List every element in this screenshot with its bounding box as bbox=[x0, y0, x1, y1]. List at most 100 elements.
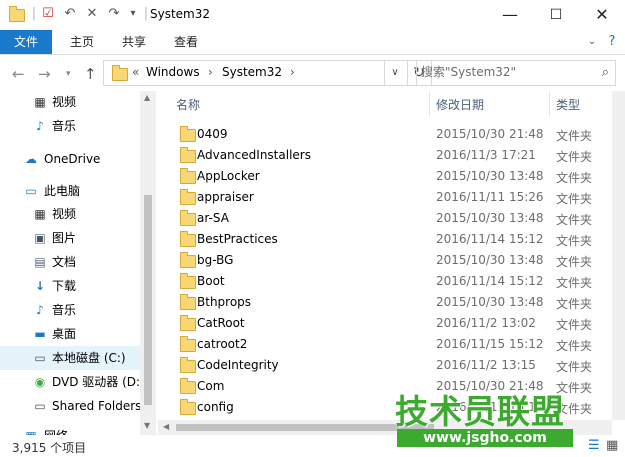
file-date-modified: 2016/11/14 15:12 bbox=[436, 274, 544, 288]
table-row[interactable]: 0409 2015/10/30 21:48 文件夹 bbox=[158, 124, 613, 145]
column-divider[interactable] bbox=[549, 91, 550, 117]
file-type: 文件夹 bbox=[556, 339, 593, 353]
tab-view[interactable]: 查看 bbox=[164, 30, 208, 54]
breadcrumb-separator: › bbox=[208, 65, 213, 79]
folder-icon bbox=[180, 315, 196, 331]
nav-item-label: 下载 bbox=[52, 279, 77, 293]
table-row[interactable]: AppLocker 2015/10/30 13:48 文件夹 bbox=[158, 166, 613, 187]
minimize-button[interactable]: — bbox=[487, 0, 533, 30]
properties-icon[interactable]: ☑ bbox=[40, 6, 56, 22]
up-arrow-icon[interactable]: ↑ bbox=[84, 65, 97, 83]
back-arrow-icon[interactable]: ← bbox=[12, 65, 25, 83]
column-divider[interactable] bbox=[429, 91, 430, 117]
recent-locations-chevron-icon[interactable]: ▾ bbox=[66, 69, 71, 79]
breadcrumb-overflow[interactable]: « bbox=[132, 65, 139, 79]
file-name: appraiser bbox=[197, 190, 254, 204]
nav-item-label: 网络 bbox=[44, 424, 68, 435]
table-row[interactable]: CatRoot 2016/11/2 13:02 文件夹 bbox=[158, 313, 613, 334]
nav-item-videos[interactable]: ▦ 视频 bbox=[0, 202, 140, 226]
video-icon: ▦ bbox=[34, 207, 46, 221]
table-row[interactable]: Boot 2016/11/14 15:12 文件夹 bbox=[158, 271, 613, 292]
nav-item-pictures[interactable]: ▣ 图片 bbox=[0, 226, 140, 250]
nav-item-music[interactable]: ♪ 音乐 bbox=[0, 114, 140, 138]
tab-home[interactable]: 主页 bbox=[60, 30, 104, 54]
tab-share[interactable]: 共享 bbox=[112, 30, 156, 54]
folder-icon bbox=[112, 65, 128, 81]
nav-item-local-disk-c[interactable]: ▭ 本地磁盘 (C:) bbox=[0, 346, 140, 370]
close-button[interactable]: ✕ bbox=[579, 0, 625, 30]
file-type: 文件夹 bbox=[556, 297, 593, 311]
nav-item-network[interactable]: ▦ 网络 bbox=[0, 424, 140, 435]
file-name: Com bbox=[197, 379, 225, 393]
maximize-button[interactable]: ☐ bbox=[533, 0, 579, 30]
redo-icon[interactable]: ↷ bbox=[106, 6, 122, 22]
table-row[interactable]: bg-BG 2015/10/30 13:48 文件夹 bbox=[158, 250, 613, 271]
table-row[interactable]: AdvancedInstallers 2016/11/3 17:21 文件夹 bbox=[158, 145, 613, 166]
file-type: 文件夹 bbox=[556, 129, 593, 143]
nav-item-label: 视频 bbox=[52, 95, 77, 109]
nav-item-desktop[interactable]: ▬ 桌面 bbox=[0, 322, 140, 346]
drive-icon: ▭ bbox=[34, 351, 46, 365]
table-row[interactable]: appraiser 2016/11/11 15:26 文件夹 bbox=[158, 187, 613, 208]
nav-item-documents[interactable]: ▤ 文档 bbox=[0, 250, 140, 274]
nav-item-dvd-drive-d[interactable]: ◉ DVD 驱动器 (D: bbox=[0, 370, 140, 394]
dvd-icon: ◉ bbox=[34, 375, 46, 389]
title-bar: | ☑ ↶ ✕ ↷ ▾ | System32 — ☐ ✕ bbox=[0, 0, 625, 30]
column-type[interactable]: 类型 bbox=[556, 96, 580, 113]
help-icon[interactable]: ? bbox=[604, 30, 620, 54]
table-row[interactable]: BestPractices 2016/11/14 15:12 文件夹 bbox=[158, 229, 613, 250]
watermark: 技术员联盟 www.jsgho.com bbox=[395, 385, 585, 455]
folder-icon bbox=[180, 231, 196, 247]
nav-item-onedrive[interactable]: ☁ OneDrive bbox=[0, 147, 140, 171]
nav-item-label: 文档 bbox=[52, 255, 77, 269]
file-name: AdvancedInstallers bbox=[197, 148, 311, 162]
file-date-modified: 2016/11/14 15:12 bbox=[436, 232, 544, 246]
file-type: 文件夹 bbox=[556, 318, 593, 332]
download-icon: ↓ bbox=[34, 279, 46, 293]
forward-arrow-icon[interactable]: → bbox=[38, 65, 51, 83]
nav-item-label: 此电脑 bbox=[44, 184, 81, 198]
large-icons-view-icon[interactable]: ▦ bbox=[606, 438, 618, 453]
file-list-vertical-scrollbar[interactable] bbox=[612, 91, 625, 420]
search-box[interactable]: ⌕ bbox=[416, 60, 616, 86]
folder-icon bbox=[180, 126, 196, 142]
folder-icon bbox=[180, 147, 196, 163]
nav-item-videos[interactable]: ▦ 视频 bbox=[0, 91, 140, 114]
nav-item-downloads[interactable]: ↓ 下载 bbox=[0, 274, 140, 298]
table-row[interactable]: CodeIntegrity 2016/11/2 13:15 文件夹 bbox=[158, 355, 613, 376]
address-bar[interactable]: « Windows › System32 › bbox=[103, 60, 385, 86]
column-date-modified[interactable]: 修改日期 bbox=[436, 96, 484, 113]
navigation-pane: ▦ 视频 ♪ 音乐 ☁ OneDrive ▭ 此电脑 ▦ 视频 ▣ 图片 ▤ 文… bbox=[0, 91, 155, 435]
breadcrumb-windows[interactable]: Windows bbox=[146, 65, 200, 79]
table-row[interactable]: catroot2 2016/11/15 15:12 文件夹 bbox=[158, 334, 613, 355]
column-name[interactable]: 名称 bbox=[176, 96, 200, 113]
nav-item-music[interactable]: ♪ 音乐 bbox=[0, 298, 140, 322]
file-type: 文件夹 bbox=[556, 360, 593, 374]
breadcrumb-system32[interactable]: System32 bbox=[222, 65, 282, 79]
search-input[interactable] bbox=[421, 64, 591, 80]
table-row[interactable]: ar-SA 2015/10/30 13:48 文件夹 bbox=[158, 208, 613, 229]
chevron-down-icon[interactable]: ⌄ bbox=[585, 30, 599, 54]
folder-icon bbox=[180, 210, 196, 226]
nav-pane-scrollbar[interactable]: ▲ ▼ bbox=[140, 91, 156, 435]
search-icon[interactable]: ⌕ bbox=[602, 65, 609, 80]
folder-icon bbox=[180, 168, 196, 184]
address-history-dropdown[interactable]: ∨ bbox=[383, 60, 408, 86]
nav-item-this-pc[interactable]: ▭ 此电脑 bbox=[0, 179, 140, 203]
nav-item-label: OneDrive bbox=[44, 152, 101, 166]
watermark-url: www.jsgho.com bbox=[397, 429, 573, 447]
undo-icon[interactable]: ↶ bbox=[62, 6, 78, 22]
nav-item-label: 音乐 bbox=[52, 303, 77, 317]
folder-icon bbox=[180, 252, 196, 268]
scrollbar-thumb[interactable] bbox=[144, 195, 152, 405]
scroll-down-icon[interactable]: ▼ bbox=[144, 421, 150, 430]
window-title: System32 bbox=[150, 7, 211, 21]
tab-file[interactable]: 文件 bbox=[0, 30, 52, 54]
table-row[interactable]: Bthprops 2015/10/30 13:48 文件夹 bbox=[158, 292, 613, 313]
scroll-left-icon[interactable]: ◀ bbox=[163, 422, 169, 431]
delete-icon[interactable]: ✕ bbox=[84, 6, 100, 22]
details-view-icon[interactable]: ☰ bbox=[588, 438, 600, 453]
column-header: ^ 名称 修改日期 类型 bbox=[158, 91, 613, 117]
scroll-up-icon[interactable]: ▲ bbox=[144, 93, 150, 102]
nav-item-shared-folders[interactable]: ▭ Shared Folders bbox=[0, 394, 141, 418]
